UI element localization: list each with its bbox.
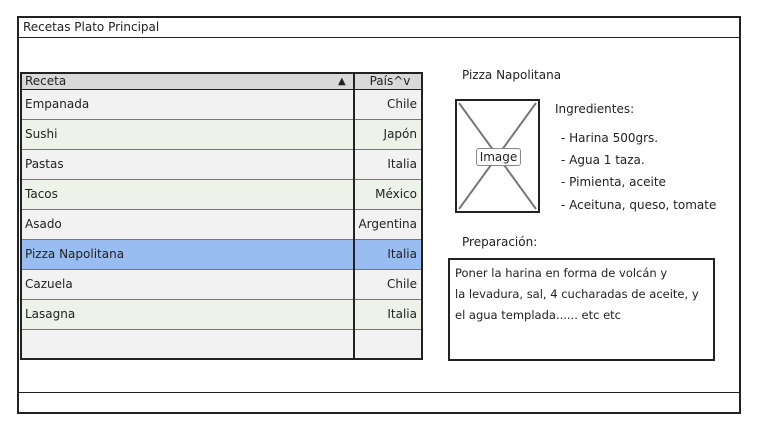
table-row[interactable]: Empanada Chile bbox=[22, 90, 421, 120]
recipes-table[interactable]: Receta ▲ País^v Empanada Chile Sushi Jap… bbox=[20, 72, 423, 360]
cell-receta: Cazuela bbox=[25, 277, 73, 291]
column-divider bbox=[353, 74, 355, 358]
column-header-pais[interactable]: País^v bbox=[358, 74, 422, 89]
recipe-image-placeholder: Image bbox=[455, 99, 540, 213]
ingredient-item: - Agua 1 taza. bbox=[561, 153, 645, 167]
cell-receta: Tacos bbox=[25, 187, 58, 201]
cell-receta: Pastas bbox=[25, 157, 64, 171]
image-label: Image bbox=[476, 148, 521, 166]
status-bar bbox=[19, 392, 739, 412]
cell-receta: Empanada bbox=[25, 97, 90, 111]
cell-receta: Asado bbox=[25, 217, 62, 231]
table-row[interactable]: Asado Argentina bbox=[22, 210, 421, 240]
table-row[interactable]: Cazuela Chile bbox=[22, 270, 421, 300]
preparation-line: Poner la harina en forma de volcán y bbox=[455, 266, 668, 280]
window-title: Recetas Plato Principal bbox=[19, 18, 739, 38]
recipe-title: Pizza Napolitana bbox=[462, 68, 562, 82]
column-header-receta[interactable]: Receta bbox=[25, 74, 66, 89]
table-row[interactable]: Sushi Japón bbox=[22, 120, 421, 150]
cell-pais: Japón bbox=[383, 127, 417, 141]
ingredient-item: - Pimienta, aceite bbox=[561, 175, 666, 189]
table-row-empty[interactable] bbox=[22, 330, 421, 358]
sort-ascending-icon[interactable]: ▲ bbox=[338, 74, 346, 89]
ingredient-item: - Harina 500grs. bbox=[561, 131, 659, 145]
cell-receta: Sushi bbox=[25, 127, 58, 141]
preparation-line: la levadura, sal, 4 cucharadas de aceite… bbox=[455, 287, 699, 301]
preparation-label: Preparación: bbox=[462, 235, 538, 249]
ingredients-title: Ingredientes: bbox=[555, 102, 635, 116]
cell-pais: México bbox=[375, 187, 417, 201]
cell-pais: Chile bbox=[386, 277, 417, 291]
table-header: Receta ▲ País^v bbox=[22, 74, 421, 90]
preparation-textarea[interactable]: Poner la harina en forma de volcán y la … bbox=[448, 258, 715, 361]
cell-receta: Pizza Napolitana bbox=[25, 247, 125, 261]
cell-pais: Argentina bbox=[358, 217, 417, 231]
cell-pais: Italia bbox=[387, 307, 417, 321]
cell-pais: Italia bbox=[387, 247, 417, 261]
table-row[interactable]: Lasagna Italia bbox=[22, 300, 421, 330]
table-row-selected[interactable]: Pizza Napolitana Italia bbox=[22, 240, 421, 270]
table-row[interactable]: Pastas Italia bbox=[22, 150, 421, 180]
cell-receta: Lasagna bbox=[25, 307, 76, 321]
cell-pais: Chile bbox=[386, 97, 417, 111]
preparation-line: el agua templada...... etc etc bbox=[455, 308, 621, 322]
table-row[interactable]: Tacos México bbox=[22, 180, 421, 210]
ingredient-item: - Aceituna, queso, tomate bbox=[561, 198, 717, 212]
cell-pais: Italia bbox=[387, 157, 417, 171]
